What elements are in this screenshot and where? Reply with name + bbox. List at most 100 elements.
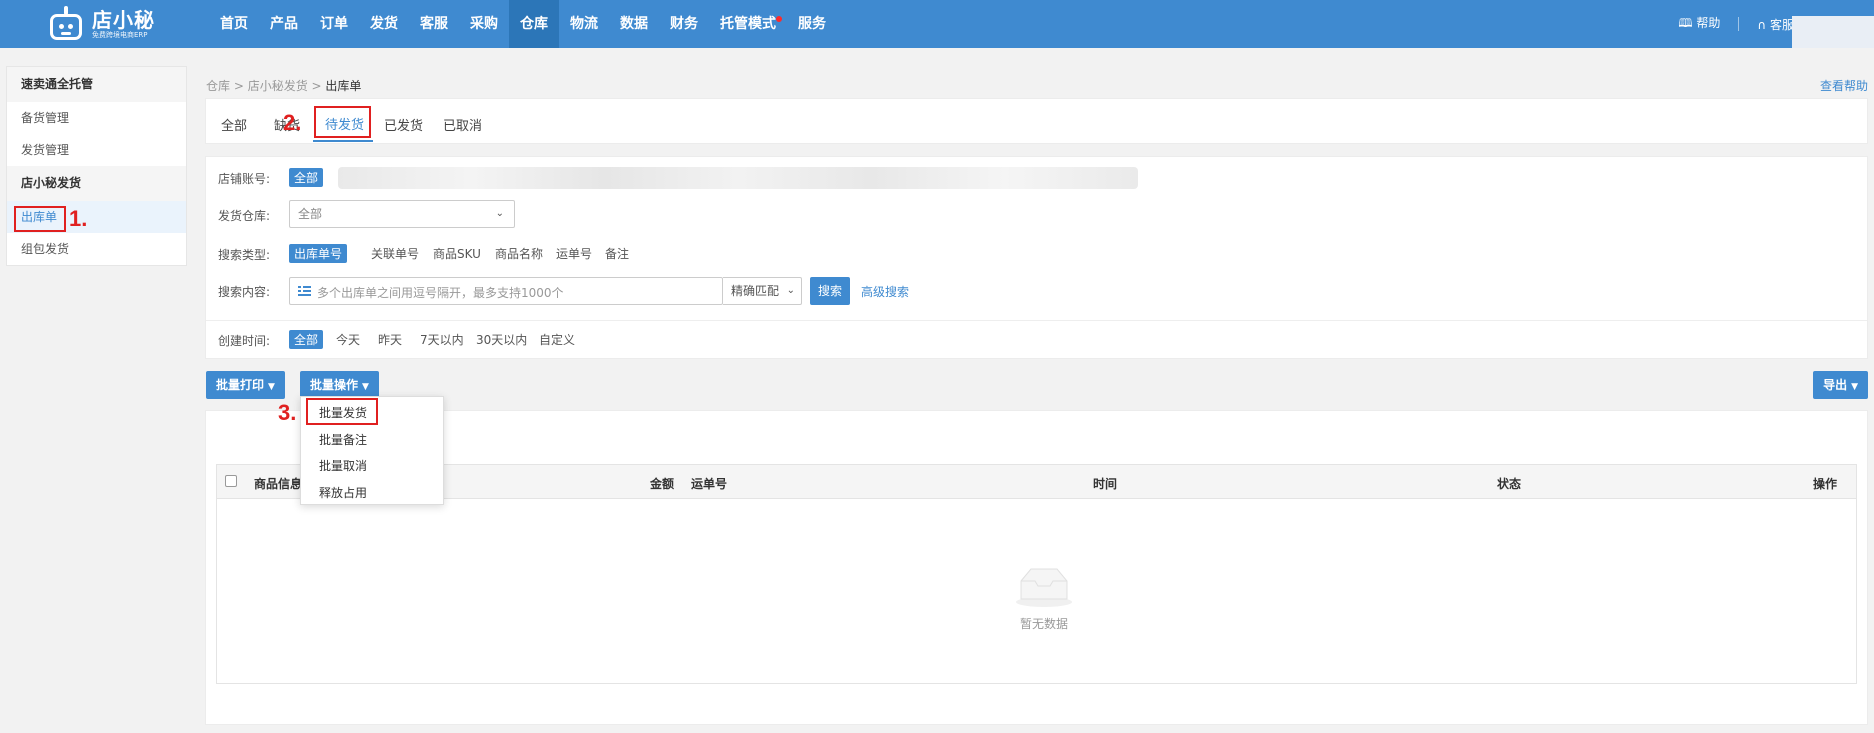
column-time: 时间 bbox=[1093, 477, 1118, 491]
step-marker-3: 3. bbox=[278, 400, 297, 425]
headset-icon: ∩ bbox=[1757, 17, 1767, 32]
step-marker-2: 2. bbox=[283, 110, 302, 135]
nav-purchase[interactable]: 采购 bbox=[459, 0, 509, 48]
customer-service-button[interactable]: ∩ 客服 bbox=[1757, 16, 1794, 33]
tab-all[interactable]: 全部 bbox=[221, 115, 247, 134]
tab-shipped[interactable]: 已发货 bbox=[384, 115, 423, 134]
time-filter-7days[interactable]: 7天以内 bbox=[415, 330, 469, 349]
search-input[interactable]: 多个出库单之间用逗号隔开，最多支持1000个 bbox=[289, 277, 723, 305]
warehouse-select[interactable]: 全部 ⌄ bbox=[289, 200, 515, 228]
batch-operations-button[interactable]: 批量操作 ▼ bbox=[300, 371, 379, 399]
divider bbox=[206, 320, 1867, 321]
nav-customer-service[interactable]: 客服 bbox=[409, 0, 459, 48]
help-label: 帮助 bbox=[1696, 15, 1721, 30]
status-tabs: 全部 缺货 待发货 已发货 已取消 bbox=[205, 98, 1868, 144]
user-avatar[interactable] bbox=[1792, 16, 1874, 48]
shop-filter-all[interactable]: 全部 bbox=[289, 168, 324, 187]
shop-accounts-blurred bbox=[338, 167, 1138, 189]
nav-data[interactable]: 数据 bbox=[609, 0, 659, 48]
sidebar-item-shipping-management[interactable]: 发货管理 bbox=[7, 134, 186, 166]
sidebar-group-aliexpress: 速卖通全托管 bbox=[7, 67, 186, 102]
nav-products[interactable]: 产品 bbox=[259, 0, 309, 48]
list-icon bbox=[298, 286, 311, 296]
nav-finance[interactable]: 财务 bbox=[659, 0, 709, 48]
warehouse-select-value: 全部 bbox=[298, 207, 323, 221]
search-type-outbound-no[interactable]: 出库单号 bbox=[289, 244, 348, 263]
orders-table: 商品信息 金额 运单号 时间 状态 操作 暂无数据 bbox=[216, 464, 1857, 684]
breadcrumb: 仓库 > 店小秘发货 > 出库单 bbox=[206, 79, 362, 93]
column-tracking-no: 运单号 bbox=[691, 477, 728, 491]
top-navbar: 店小秘 免费跨境电商ERP 首页 产品 订单 发货 客服 采购 仓库 物流 数据… bbox=[0, 0, 1874, 48]
time-filter-yesterday[interactable]: 昨天 bbox=[373, 330, 407, 349]
nav-orders[interactable]: 订单 bbox=[309, 0, 359, 48]
search-type-related-no[interactable]: 关联单号 bbox=[366, 244, 424, 263]
sidebar-item-stock-management[interactable]: 备货管理 bbox=[7, 102, 186, 134]
batch-print-button[interactable]: 批量打印 ▼ bbox=[206, 371, 285, 399]
chevron-down-icon: ⌄ bbox=[786, 285, 795, 296]
create-time-label: 创建时间: bbox=[218, 334, 271, 348]
shop-account-label: 店铺账号: bbox=[218, 172, 271, 186]
main-nav: 首页 产品 订单 发货 客服 采购 仓库 物流 数据 财务 托管模式 服务 bbox=[209, 0, 837, 48]
search-type-sku[interactable]: 商品SKU bbox=[428, 244, 486, 263]
notification-dot bbox=[776, 16, 782, 22]
breadcrumb-warehouse[interactable]: 仓库 bbox=[206, 79, 230, 93]
menu-item-batch-cancel[interactable]: 批量取消 bbox=[301, 453, 443, 480]
customer-service-label: 客服 bbox=[1769, 17, 1794, 32]
menu-item-release-allocation[interactable]: 释放占用 bbox=[301, 480, 443, 507]
logo-subtitle: 免费跨境电商ERP bbox=[92, 30, 148, 39]
search-button[interactable]: 搜索 bbox=[810, 277, 850, 305]
chevron-down-icon: ▼ bbox=[1851, 382, 1858, 392]
time-filter-today[interactable]: 今天 bbox=[331, 330, 365, 349]
nav-managed-mode-label: 托管模式 bbox=[720, 16, 776, 32]
tab-pending-shipment-highlighted[interactable]: 待发货 bbox=[325, 114, 364, 133]
step-marker-1: 1. bbox=[69, 206, 88, 231]
batch-operations-label: 批量操作 bbox=[310, 378, 359, 392]
robot-logo-icon bbox=[46, 6, 86, 42]
nav-warehouse[interactable]: 仓库 bbox=[509, 0, 559, 48]
time-filter-all[interactable]: 全部 bbox=[289, 330, 324, 349]
breadcrumb-current: 出库单 bbox=[325, 79, 362, 93]
column-amount: 金额 bbox=[650, 477, 675, 491]
batch-print-label: 批量打印 bbox=[216, 378, 265, 392]
chevron-down-icon: ▼ bbox=[268, 382, 275, 392]
column-product-info: 商品信息 bbox=[254, 477, 303, 491]
chevron-down-icon: ⌄ bbox=[495, 208, 504, 219]
search-type-product-name[interactable]: 商品名称 bbox=[490, 244, 548, 263]
time-filter-30days[interactable]: 30天以内 bbox=[471, 330, 532, 349]
match-mode-select[interactable]: 精确匹配 ⌄ bbox=[723, 277, 802, 305]
highlight-box-sidebar bbox=[14, 206, 66, 232]
search-type-remark[interactable]: 备注 bbox=[600, 244, 634, 263]
nav-shipping[interactable]: 发货 bbox=[359, 0, 409, 48]
select-all-checkbox[interactable] bbox=[225, 475, 237, 487]
orders-table-panel: 商品信息 金额 运单号 时间 状态 操作 暂无数据 bbox=[205, 410, 1868, 725]
sidebar: 速卖通全托管 备货管理 发货管理 店小秘发货 出库单 组包发货 bbox=[6, 66, 187, 266]
logo-title: 店小秘 bbox=[92, 7, 155, 32]
chevron-down-icon: ▼ bbox=[362, 382, 369, 392]
nav-services[interactable]: 服务 bbox=[787, 0, 837, 48]
search-placeholder: 多个出库单之间用逗号隔开，最多支持1000个 bbox=[317, 286, 564, 300]
advanced-search-link[interactable]: 高级搜索 bbox=[861, 283, 909, 300]
highlight-box-menu bbox=[306, 398, 378, 425]
search-type-tracking-no[interactable]: 运单号 bbox=[551, 244, 597, 263]
export-label: 导出 bbox=[1823, 378, 1848, 392]
help-button[interactable]: 🕮 帮助 bbox=[1678, 14, 1720, 35]
sidebar-item-package-shipping[interactable]: 组包发货 bbox=[7, 233, 186, 265]
nav-home[interactable]: 首页 bbox=[209, 0, 259, 48]
table-header: 商品信息 金额 运单号 时间 状态 操作 bbox=[217, 465, 1856, 499]
column-actions: 操作 bbox=[1813, 477, 1838, 491]
breadcrumb-dxm-shipping[interactable]: 店小秘发货 bbox=[248, 79, 308, 93]
search-content-label: 搜索内容: bbox=[218, 285, 271, 299]
book-icon: 🕮 bbox=[1678, 15, 1693, 30]
nav-logistics[interactable]: 物流 bbox=[559, 0, 609, 48]
logo[interactable]: 店小秘 免费跨境电商ERP bbox=[46, 2, 155, 46]
nav-managed-mode[interactable]: 托管模式 bbox=[709, 0, 787, 48]
sidebar-group-dxm-shipping: 店小秘发货 bbox=[7, 166, 186, 201]
tab-cancelled[interactable]: 已取消 bbox=[443, 115, 482, 134]
view-help-link[interactable]: 查看帮助 bbox=[1820, 77, 1868, 94]
column-status: 状态 bbox=[1497, 477, 1522, 491]
menu-item-batch-remark[interactable]: 批量备注 bbox=[301, 427, 443, 454]
filter-panel: 店铺账号: 全部 发货仓库: 全部 ⌄ 搜索类型: 出库单号 关联单号 商品SK… bbox=[205, 156, 1868, 359]
export-button[interactable]: 导出 ▼ bbox=[1813, 371, 1868, 399]
time-filter-custom[interactable]: 自定义 bbox=[534, 330, 580, 349]
empty-state-text: 暂无数据 bbox=[1019, 617, 1068, 631]
